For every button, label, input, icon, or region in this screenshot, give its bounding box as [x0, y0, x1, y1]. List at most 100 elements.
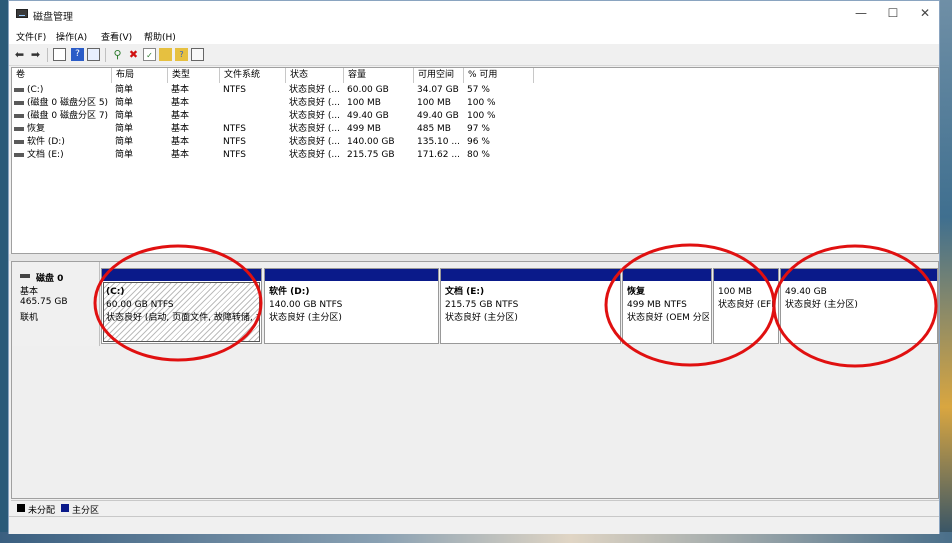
volume-icon [14, 87, 24, 92]
partition-size: 49.40 GB [785, 287, 827, 297]
partition-bar [623, 269, 711, 281]
partition-label: 恢复 [627, 287, 646, 297]
cell-type: 基本 [171, 85, 190, 95]
menu-action[interactable]: 操作(A) [56, 30, 87, 43]
cell-status: 状态良好 (... [289, 137, 340, 147]
table-row[interactable]: (磁盘 0 磁盘分区 7) 简单 基本 状态良好 (... 49.40 GB 4… [12, 110, 938, 123]
partition-body: 49.40 GB 状态良好 (主分区) [783, 283, 935, 341]
cell-filesystem: NTFS [223, 124, 246, 134]
table-row[interactable]: 文档 (E:) 简单 基本 NTFS 状态良好 (... 215.75 GB 1… [12, 149, 938, 162]
column-header-volume[interactable]: 卷 [12, 68, 112, 83]
legend: 未分配 主分区 [11, 500, 939, 516]
disk-management-window: 磁盘管理 — ☐ ✕ 文件(F) 操作(A) 查看(V) 帮助(H) ⬅ ➡ ?… [8, 0, 940, 534]
column-header-layout[interactable]: 布局 [112, 68, 168, 83]
cell-volume: 软件 (D:) [14, 136, 110, 149]
folder-icon[interactable] [159, 48, 172, 61]
cell-free-space: 171.62 ... [417, 150, 460, 160]
cell-filesystem: NTFS [223, 137, 246, 147]
partition-body: 软件 (D:) 140.00 GB NTFS 状态良好 (主分区) [267, 283, 436, 341]
partition-status: 状态良好 (启动, 页面文件, 故障转储, 主分区) [106, 313, 259, 323]
volume-icon [14, 126, 24, 131]
forward-arrow-icon[interactable]: ➡ [29, 48, 42, 61]
cell-percent-free: 100 % [467, 111, 496, 121]
legend-swatch-primary [61, 504, 69, 512]
partition-recovery[interactable]: 恢复 499 MB NTFS 状态良好 (OEM 分区) [622, 268, 712, 344]
column-header-type[interactable]: 类型 [168, 68, 220, 83]
maximize-button[interactable]: ☐ [883, 5, 903, 21]
minimize-button[interactable]: — [851, 5, 871, 21]
legend-swatch-unallocated [17, 504, 25, 512]
partition-size: 215.75 GB NTFS [445, 300, 519, 310]
partition-status: 状态良好 (主分区) [445, 313, 518, 323]
partition-body: 文档 (E:) 215.75 GB NTFS 状态良好 (主分区) [443, 283, 618, 341]
table-row[interactable]: 恢复 简单 基本 NTFS 状态良好 (... 499 MB 485 MB 97… [12, 123, 938, 136]
cell-percent-free: 100 % [467, 98, 496, 108]
menu-file[interactable]: 文件(F) [16, 30, 46, 43]
console-tree-icon[interactable] [53, 48, 66, 61]
cell-status: 状态良好 (... [289, 124, 340, 134]
table-row[interactable]: (C:) 简单 基本 NTFS 状态良好 (... 60.00 GB 34.07… [12, 84, 938, 97]
cell-free-space: 485 MB [417, 124, 451, 134]
status-bar [9, 516, 939, 534]
menu-view[interactable]: 查看(V) [101, 30, 132, 43]
partition-size: 499 MB NTFS [627, 300, 687, 310]
connect-icon[interactable]: ⚲ [111, 48, 124, 61]
cell-status: 状态良好 (... [289, 111, 340, 121]
cell-filesystem: NTFS [223, 150, 246, 160]
column-header-percent-free[interactable]: % 可用 [464, 68, 534, 83]
legend-label-primary: 主分区 [72, 506, 100, 516]
search-folder-icon[interactable]: ? [175, 48, 188, 61]
cell-type: 基本 [171, 111, 190, 121]
cell-capacity: 49.40 GB [347, 111, 389, 121]
check-icon[interactable]: ✓ [143, 48, 156, 61]
window-title: 磁盘管理 [33, 12, 73, 23]
partition-c[interactable]: (C:) 60.00 GB NTFS 状态良好 (启动, 页面文件, 故障转储,… [101, 268, 262, 344]
cell-status: 状态良好 (... [289, 85, 340, 95]
cell-free-space: 49.40 GB [417, 111, 459, 121]
cell-type: 基本 [171, 137, 190, 147]
volume-icon [14, 113, 24, 118]
partition-status: 状态良好 (EFI 系统分区) [718, 300, 776, 310]
disk-0-info[interactable]: 磁盘 0 基本 465.75 GB 联机 [12, 262, 100, 346]
delete-icon[interactable]: ✖ [127, 48, 140, 61]
properties-icon[interactable] [87, 48, 100, 61]
cell-type: 基本 [171, 150, 190, 160]
partition-status: 状态良好 (OEM 分区) [627, 313, 709, 323]
cell-volume: 文档 (E:) [14, 149, 110, 162]
table-row[interactable]: 软件 (D:) 简单 基本 NTFS 状态良好 (... 140.00 GB 1… [12, 136, 938, 149]
cell-percent-free: 57 % [467, 85, 490, 95]
partition-d[interactable]: 软件 (D:) 140.00 GB NTFS 状态良好 (主分区) [264, 268, 439, 344]
volume-icon [14, 100, 24, 105]
partition-efi[interactable]: 100 MB 状态良好 (EFI 系统分区) [713, 268, 779, 344]
cell-volume: 恢复 [14, 123, 110, 136]
cell-volume: (磁盘 0 磁盘分区 5) [14, 97, 110, 110]
cell-percent-free: 97 % [467, 124, 490, 134]
cell-type: 基本 [171, 98, 190, 108]
partition-label: 软件 (D:) [269, 287, 310, 297]
partition-label: 文档 (E:) [445, 287, 485, 297]
partition-body-selected: (C:) 60.00 GB NTFS 状态良好 (启动, 页面文件, 故障转储,… [103, 282, 260, 342]
column-header-capacity[interactable]: 容量 [344, 68, 414, 83]
toolbar-separator [105, 48, 106, 62]
disk-graph-pane: 磁盘 0 基本 465.75 GB 联机 (C:) 60.00 GB NTFS … [11, 261, 939, 499]
cell-volume: (磁盘 0 磁盘分区 7) [14, 110, 110, 123]
column-header-filesystem[interactable]: 文件系统 [220, 68, 286, 83]
column-header-free-space[interactable]: 可用空间 [414, 68, 464, 83]
cell-layout: 简单 [115, 85, 134, 95]
close-button[interactable]: ✕ [915, 5, 935, 21]
partition-e[interactable]: 文档 (E:) 215.75 GB NTFS 状态良好 (主分区) [440, 268, 621, 344]
cell-status: 状态良好 (... [289, 150, 340, 160]
view-icon[interactable] [191, 48, 204, 61]
partition-7[interactable]: 49.40 GB 状态良好 (主分区) [780, 268, 938, 344]
cell-filesystem: NTFS [223, 85, 246, 95]
disk-name: 磁盘 0 [36, 274, 64, 284]
help-icon[interactable]: ? [71, 48, 84, 61]
toolbar-separator [47, 48, 48, 62]
pane-splitter[interactable] [9, 254, 939, 261]
menu-help[interactable]: 帮助(H) [144, 30, 176, 43]
column-header-status[interactable]: 状态 [286, 68, 344, 83]
table-row[interactable]: (磁盘 0 磁盘分区 5) 简单 基本 状态良好 (... 100 MB 100… [12, 97, 938, 110]
back-arrow-icon[interactable]: ⬅ [13, 48, 26, 61]
partition-size: 140.00 GB NTFS [269, 300, 343, 310]
partition-status: 状态良好 (主分区) [785, 300, 858, 310]
